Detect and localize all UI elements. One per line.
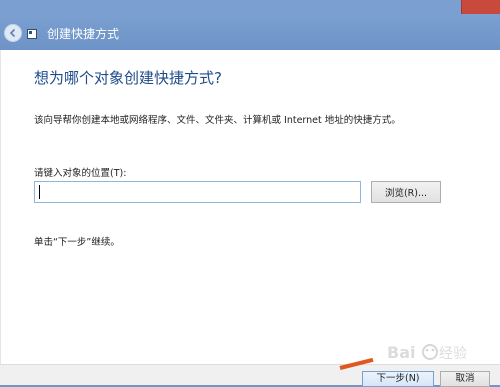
wizard-content: 想为哪个对象创建快捷方式? 该向导帮你创建本地或网络程序、文件、文件夹、计算机或… [0, 50, 500, 364]
svg-text:Bai: Bai [387, 343, 415, 362]
footer-bar: 下一步(N) 取消 [0, 364, 500, 387]
svg-text:经验: 经验 [439, 346, 467, 362]
next-button-label: 下一步(N) [376, 373, 420, 384]
next-button[interactable]: 下一步(N) [362, 371, 434, 387]
title-bar: 创建快捷方式 [0, 0, 500, 50]
create-shortcut-window: 创建快捷方式 想为哪个对象创建快捷方式? 该向导帮你创建本地或网络程序、文件、文… [0, 0, 500, 387]
browse-button-label: 浏览(R)... [384, 188, 428, 199]
location-label: 请键入对象的位置(T): [34, 168, 127, 179]
shortcut-app-icon [27, 29, 37, 39]
wizard-description: 该向导帮你创建本地或网络程序、文件、文件夹、计算机或 Internet 地址的快… [34, 115, 401, 126]
cancel-button[interactable]: 取消 [440, 371, 490, 387]
title-bar-top-strip [0, 0, 500, 18]
continue-hint: 单击“下一步”继续。 [34, 237, 120, 248]
window-title: 创建快捷方式 [47, 27, 120, 41]
text-caret [39, 185, 40, 199]
browse-button[interactable]: 浏览(R)... [371, 181, 441, 203]
back-arrow-icon [9, 28, 16, 38]
cancel-button-label: 取消 [455, 373, 475, 384]
close-button[interactable] [461, 0, 500, 14]
location-input[interactable] [34, 181, 361, 203]
back-button[interactable] [4, 24, 22, 42]
page-heading: 想为哪个对象创建快捷方式? [34, 69, 222, 87]
baidu-jingyan-watermark: Bai 经验 [387, 343, 467, 362]
